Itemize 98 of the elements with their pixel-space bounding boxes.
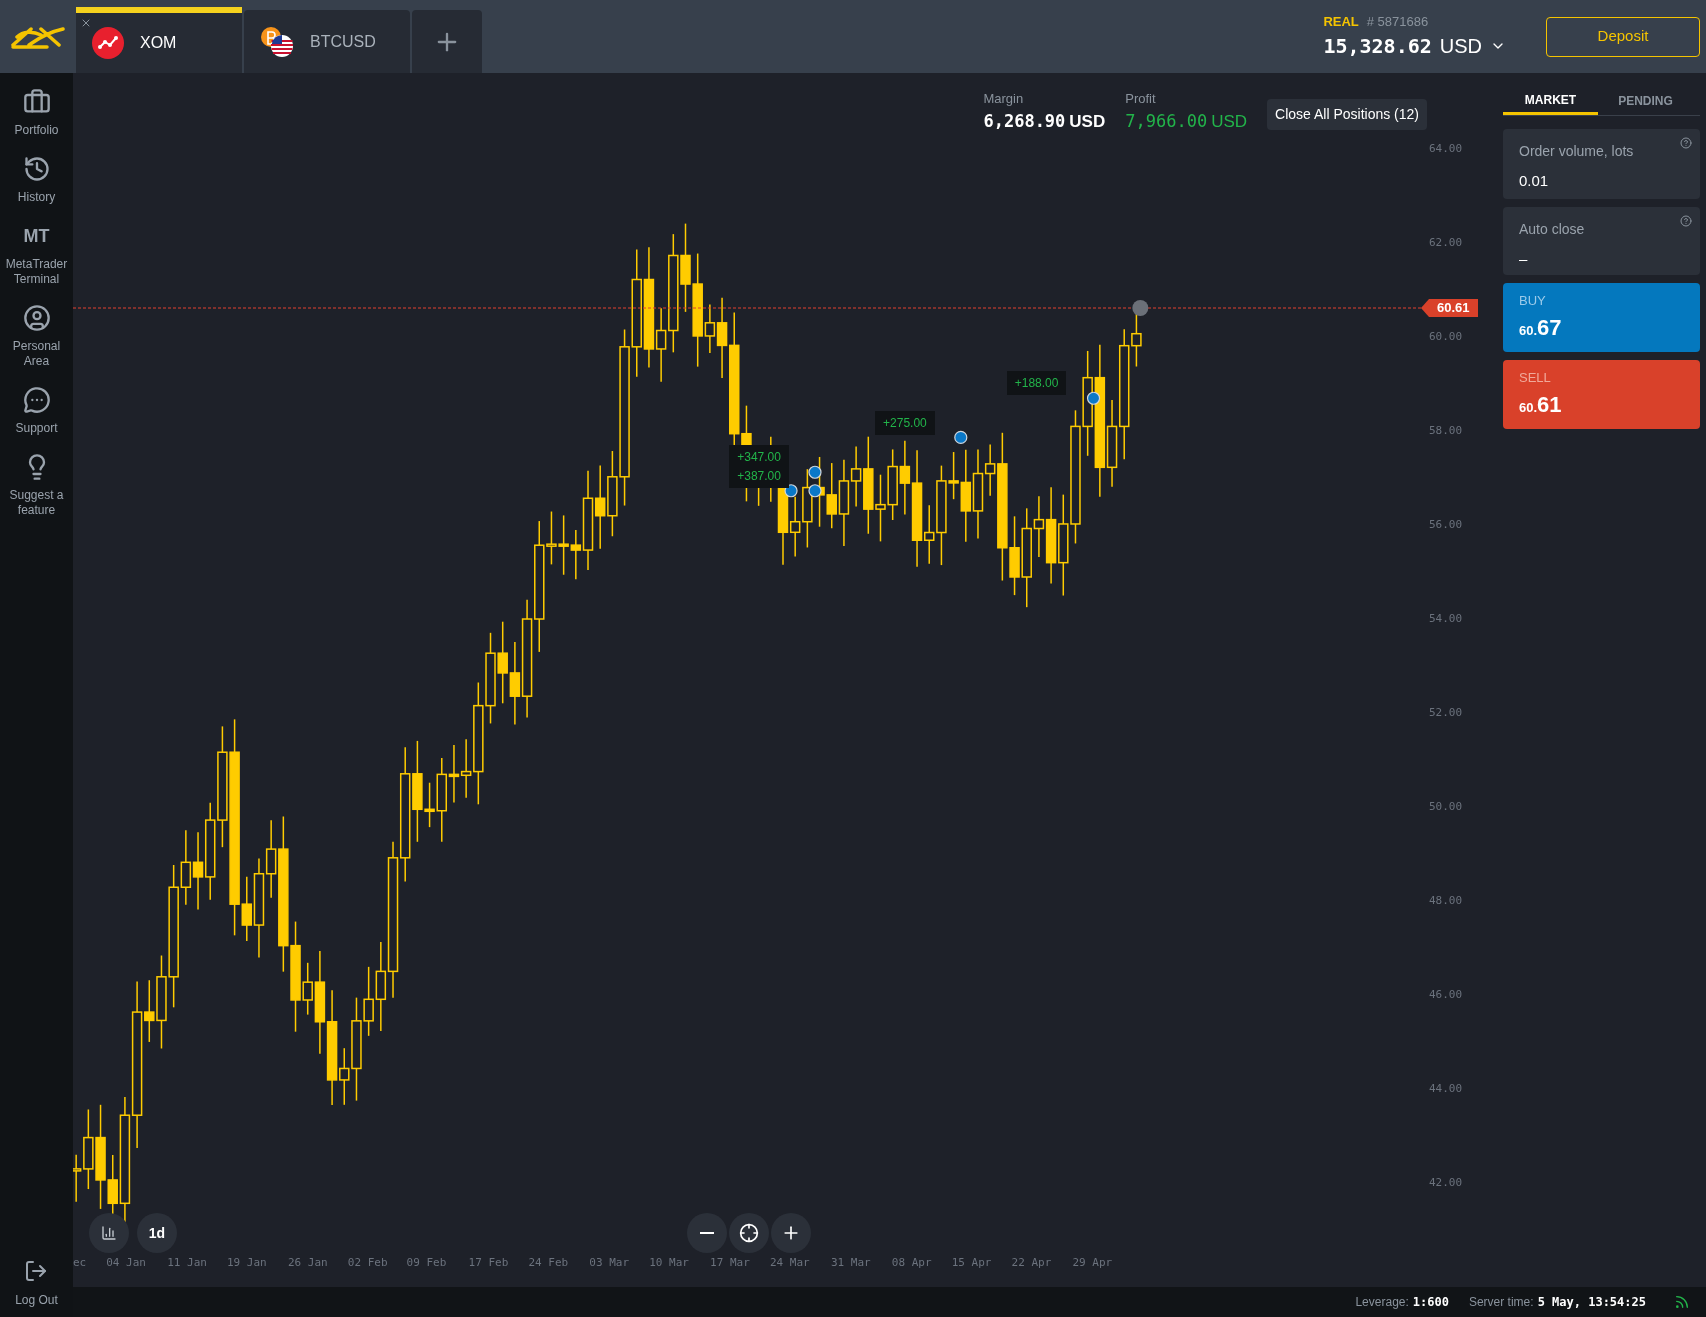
profit-currency: USD	[1211, 110, 1248, 133]
server-time-value: 5 May, 13:54:25	[1537, 1294, 1646, 1311]
order-type-tab[interactable]: MARKET	[1503, 87, 1598, 115]
x-axis-label: 29 Apr	[1072, 1255, 1113, 1271]
mt-icon: MT	[23, 222, 50, 250]
balance-currency: USD	[1439, 34, 1482, 60]
candle	[558, 514, 569, 576]
crosshair-icon	[739, 1223, 759, 1243]
chat-icon	[22, 386, 51, 414]
close-all-button[interactable]: Close All Positions (12)	[1267, 99, 1427, 130]
logo-icon[interactable]	[11, 24, 65, 49]
current-price-dot	[1132, 300, 1149, 316]
profit-value: 7,966.00	[1125, 109, 1208, 133]
tab-label: XOM	[140, 33, 177, 53]
instrument-tab[interactable]: XOM	[76, 7, 242, 73]
briefcase-icon	[22, 88, 51, 116]
coin-flag-icon	[260, 25, 294, 58]
sidebar-item[interactable]: Suggest a feature	[1, 488, 72, 518]
trade-marker[interactable]	[954, 430, 968, 445]
y-axis-label: 42.00	[1429, 1175, 1463, 1191]
sidebar-item[interactable]: Personal Area	[1, 339, 72, 369]
x-axis-label: 15 Apr	[951, 1255, 992, 1271]
y-axis-label: 54.00	[1429, 611, 1463, 627]
trade-profit-label: +275.00	[875, 411, 935, 436]
x-axis-label: 22 Apr	[1011, 1255, 1052, 1271]
deposit-button[interactable]: Deposit	[1546, 16, 1700, 57]
y-axis-label: 46.00	[1429, 987, 1463, 1003]
candle	[826, 462, 837, 529]
account-type: REAL	[1323, 12, 1359, 31]
margin-value: 6,268.90	[983, 109, 1066, 133]
trade-marker[interactable]	[808, 484, 822, 498]
zoom-in-button[interactable]	[771, 1213, 811, 1253]
x-axis-label: 24 Mar	[769, 1255, 810, 1271]
trade-marker[interactable]	[1086, 391, 1101, 405]
y-axis-label: 48.00	[1429, 893, 1463, 909]
field-label: Auto close	[1519, 220, 1586, 239]
minus-icon	[700, 1232, 714, 1234]
x-axis-label: 17 Mar	[710, 1255, 750, 1271]
help-icon[interactable]	[1680, 137, 1692, 149]
sidebar-item[interactable]: MetaTrader Terminal	[1, 257, 72, 287]
trade-marker[interactable]	[808, 465, 822, 479]
y-axis-label: 60.00	[1429, 329, 1463, 345]
x-axis-label: 24 Feb	[528, 1255, 569, 1271]
auto-close-field[interactable]: Auto close –	[1503, 207, 1700, 275]
margin-label: Margin	[983, 90, 1025, 108]
volume-field[interactable]: Order volume, lots 0.01	[1503, 129, 1700, 199]
instrument-tab[interactable]: BTCUSD	[244, 10, 410, 73]
x-axis-label: 26 Jan	[287, 1255, 328, 1271]
x-axis-label: 17 Feb	[468, 1255, 509, 1271]
trade-marker[interactable]	[784, 484, 798, 498]
x-axis-label: 02 Feb	[347, 1255, 388, 1271]
sidebar-item[interactable]: Portfolio	[1, 123, 72, 138]
field-value: –	[1519, 249, 1529, 269]
logout-link[interactable]: Log Out	[15, 1291, 58, 1309]
y-axis-label: 50.00	[1429, 799, 1463, 815]
buy-button[interactable]: BUY 60.67	[1503, 283, 1700, 352]
field-value: 0.01	[1519, 171, 1550, 191]
x-axis-label: ec	[73, 1255, 87, 1271]
x-axis-label: 04 Jan	[106, 1255, 146, 1271]
y-axis-label: 56.00	[1429, 517, 1463, 533]
leverage-value: 1:600	[1412, 1294, 1449, 1311]
y-axis-label: 58.00	[1429, 423, 1463, 439]
server-time-label: Server time:	[1468, 1294, 1534, 1311]
history-icon	[22, 155, 51, 183]
y-axis-label: 64.00	[1429, 141, 1463, 157]
account-number: # 5871686	[1366, 12, 1429, 31]
sidebar-item[interactable]: Support	[1, 421, 72, 436]
x-axis-label: 10 Mar	[649, 1255, 689, 1271]
y-axis-label: 44.00	[1429, 1081, 1463, 1097]
leverage-label: Leverage:	[1355, 1294, 1409, 1311]
stock-chart-icon	[92, 27, 124, 59]
logout-icon[interactable]	[24, 1259, 49, 1283]
x-axis-label: 31 Mar	[830, 1255, 871, 1271]
y-axis-label: 52.00	[1429, 705, 1463, 721]
tab-label: BTCUSD	[310, 31, 376, 52]
field-label: Order volume, lots	[1519, 142, 1635, 161]
margin-currency: USD	[1069, 110, 1106, 133]
x-axis-label: 03 Mar	[589, 1255, 630, 1271]
profit-label: Profit	[1125, 90, 1157, 108]
candle	[875, 473, 886, 543]
account-balance: 15,328.62	[1323, 33, 1432, 61]
help-icon[interactable]	[1680, 215, 1692, 227]
user-icon	[22, 304, 51, 332]
trade-profit-label: +188.00	[1006, 370, 1067, 395]
connection-icon	[1674, 1294, 1690, 1310]
order-type-tab[interactable]: PENDING	[1598, 87, 1693, 115]
center-button[interactable]	[729, 1213, 769, 1253]
close-icon[interactable]	[80, 17, 92, 29]
x-axis-label: 19 Jan	[227, 1255, 267, 1271]
bar-chart-icon	[101, 1225, 117, 1241]
chart-type-button[interactable]	[89, 1213, 129, 1253]
sidebar-item[interactable]: History	[1, 190, 72, 205]
x-axis-label: 08 Apr	[891, 1255, 932, 1271]
x-axis-label: 11 Jan	[167, 1255, 207, 1271]
y-axis-label: 62.00	[1429, 235, 1463, 251]
sell-button[interactable]: SELL 60.61	[1503, 360, 1700, 429]
timeframe-button[interactable]: 1d	[137, 1213, 177, 1253]
x-axis-label: 09 Feb	[406, 1255, 447, 1271]
